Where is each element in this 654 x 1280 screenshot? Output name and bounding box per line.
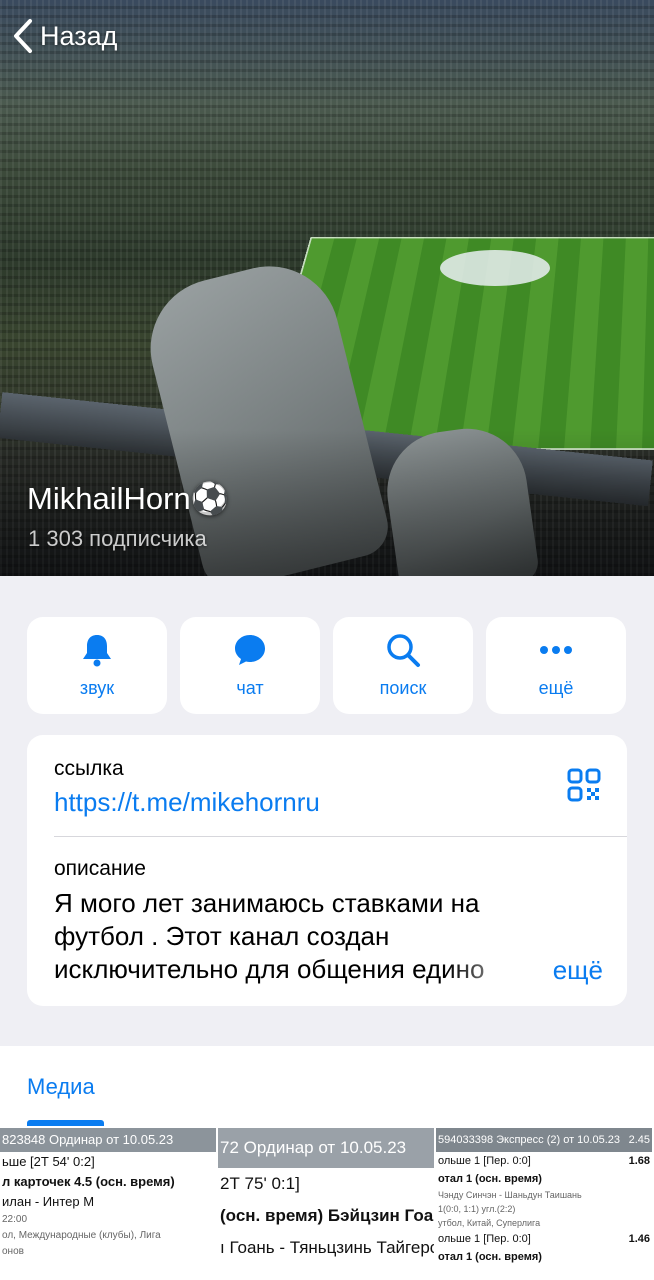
bet-line: ольше 1 [Пер. 0:0] 1.68 <box>436 1152 652 1170</box>
description-caption: описание <box>54 857 146 880</box>
search-label: поиск <box>379 678 427 698</box>
bet-line: онов <box>2 1246 24 1257</box>
chat-button[interactable]: чат <box>180 617 320 714</box>
link-caption: ссылка <box>54 757 124 780</box>
bet-line: (осн. время) Бэйцзин Гоа <box>220 1206 434 1225</box>
bet-line-text: ольше 1 [Пер. 0:0] <box>438 1233 531 1245</box>
bet-line: ı Гоань - Тяньцзинь Тайгерс <box>220 1238 434 1257</box>
media-thumbnail[interactable]: 594033398 Экспресс (2) от 10.05.23 2.45 … <box>436 1128 652 1280</box>
channel-name: MikhailHorn⚽ <box>27 481 230 516</box>
channel-link[interactable]: https://t.me/mikehornru <box>54 787 320 818</box>
subscriber-count: 1 303 подписчика <box>28 526 207 551</box>
media-thumbnail[interactable]: 72 Ординар от 10.05.23 2Т 75' 0:1] (осн.… <box>218 1128 434 1280</box>
search-button[interactable]: поиск <box>333 617 473 714</box>
media-section: Медиа 823848 Ординар от 10.05.23 ьше [2Т… <box>0 1046 654 1280</box>
more-dots-icon <box>540 646 572 654</box>
bet-line-text: ольше 1 [Пер. 0:0] <box>438 1155 531 1167</box>
bet-odds: 1.46 <box>628 1233 650 1245</box>
bet-line: отал 1 (осн. время) <box>438 1251 542 1263</box>
bell-icon <box>83 635 111 667</box>
bet-line: утбол, Китай, Суперлига <box>438 1218 541 1228</box>
bet-odds: 1.68 <box>628 1155 650 1167</box>
search-icon <box>387 634 420 667</box>
bet-line: л карточек 4.5 (осн. время) <box>2 1174 175 1189</box>
bet-line: отал 1 (осн. время) <box>438 1173 542 1185</box>
media-grid: 823848 Ординар от 10.05.23 ьше [2Т 54' 0… <box>0 1128 654 1280</box>
bet-line: 2Т 75' 0:1] <box>220 1174 300 1193</box>
bet-slip-header: 72 Ординар от 10.05.23 <box>218 1128 434 1168</box>
bet-total-odds: 2.45 <box>628 1134 650 1146</box>
more-button[interactable]: ещё <box>486 617 626 714</box>
back-button[interactable]: Назад <box>12 18 117 54</box>
chat-label: чат <box>236 678 264 698</box>
bet-line: 1(0:0, 1:1) угл.(2:2) <box>438 1204 516 1214</box>
champions-league-logo <box>440 250 550 286</box>
sound-button[interactable]: звук <box>27 617 167 714</box>
bet-line: ьше [2Т 54' 0:2] <box>2 1154 95 1169</box>
more-label: ещё <box>538 678 574 698</box>
description-more-link[interactable]: ещё <box>553 955 603 986</box>
bet-line: ольше 1 [Пер. 0:0] 1.46 <box>436 1230 652 1248</box>
back-label: Назад <box>40 20 118 51</box>
qr-code-icon[interactable] <box>567 768 601 802</box>
bet-line: илан - Интер М <box>2 1194 95 1209</box>
channel-info-card: ссылка https://t.me/mikehornru описание … <box>27 735 627 1006</box>
tab-active-indicator <box>27 1120 104 1126</box>
description-fade <box>447 953 547 989</box>
bet-line: Чэнду Синчэн - Шаньдун Таишань <box>438 1190 582 1200</box>
channel-cover-photo: Назад MikhailHorn⚽ 1 303 подписчика <box>0 0 654 576</box>
bet-slip-header: 594033398 Экспресс (2) от 10.05.23 2.45 <box>436 1128 652 1152</box>
chat-bubble-icon <box>235 635 265 665</box>
info-divider <box>54 836 627 837</box>
tab-media[interactable]: Медиа <box>27 1074 95 1100</box>
bet-line: 22:00 <box>2 1214 28 1225</box>
action-bar: звук чат поиск ещё <box>27 617 627 714</box>
chevron-left-icon <box>14 19 32 53</box>
media-thumbnail[interactable]: 823848 Ординар от 10.05.23 ьше [2Т 54' 0… <box>0 1128 216 1280</box>
bet-line: ол, Международные (клубы), Лига <box>2 1230 161 1241</box>
bet-slip-id: 594033398 Экспресс (2) от 10.05.23 <box>438 1134 620 1146</box>
bet-slip-header: 823848 Ординар от 10.05.23 <box>0 1128 216 1152</box>
sound-label: звук <box>79 678 115 698</box>
